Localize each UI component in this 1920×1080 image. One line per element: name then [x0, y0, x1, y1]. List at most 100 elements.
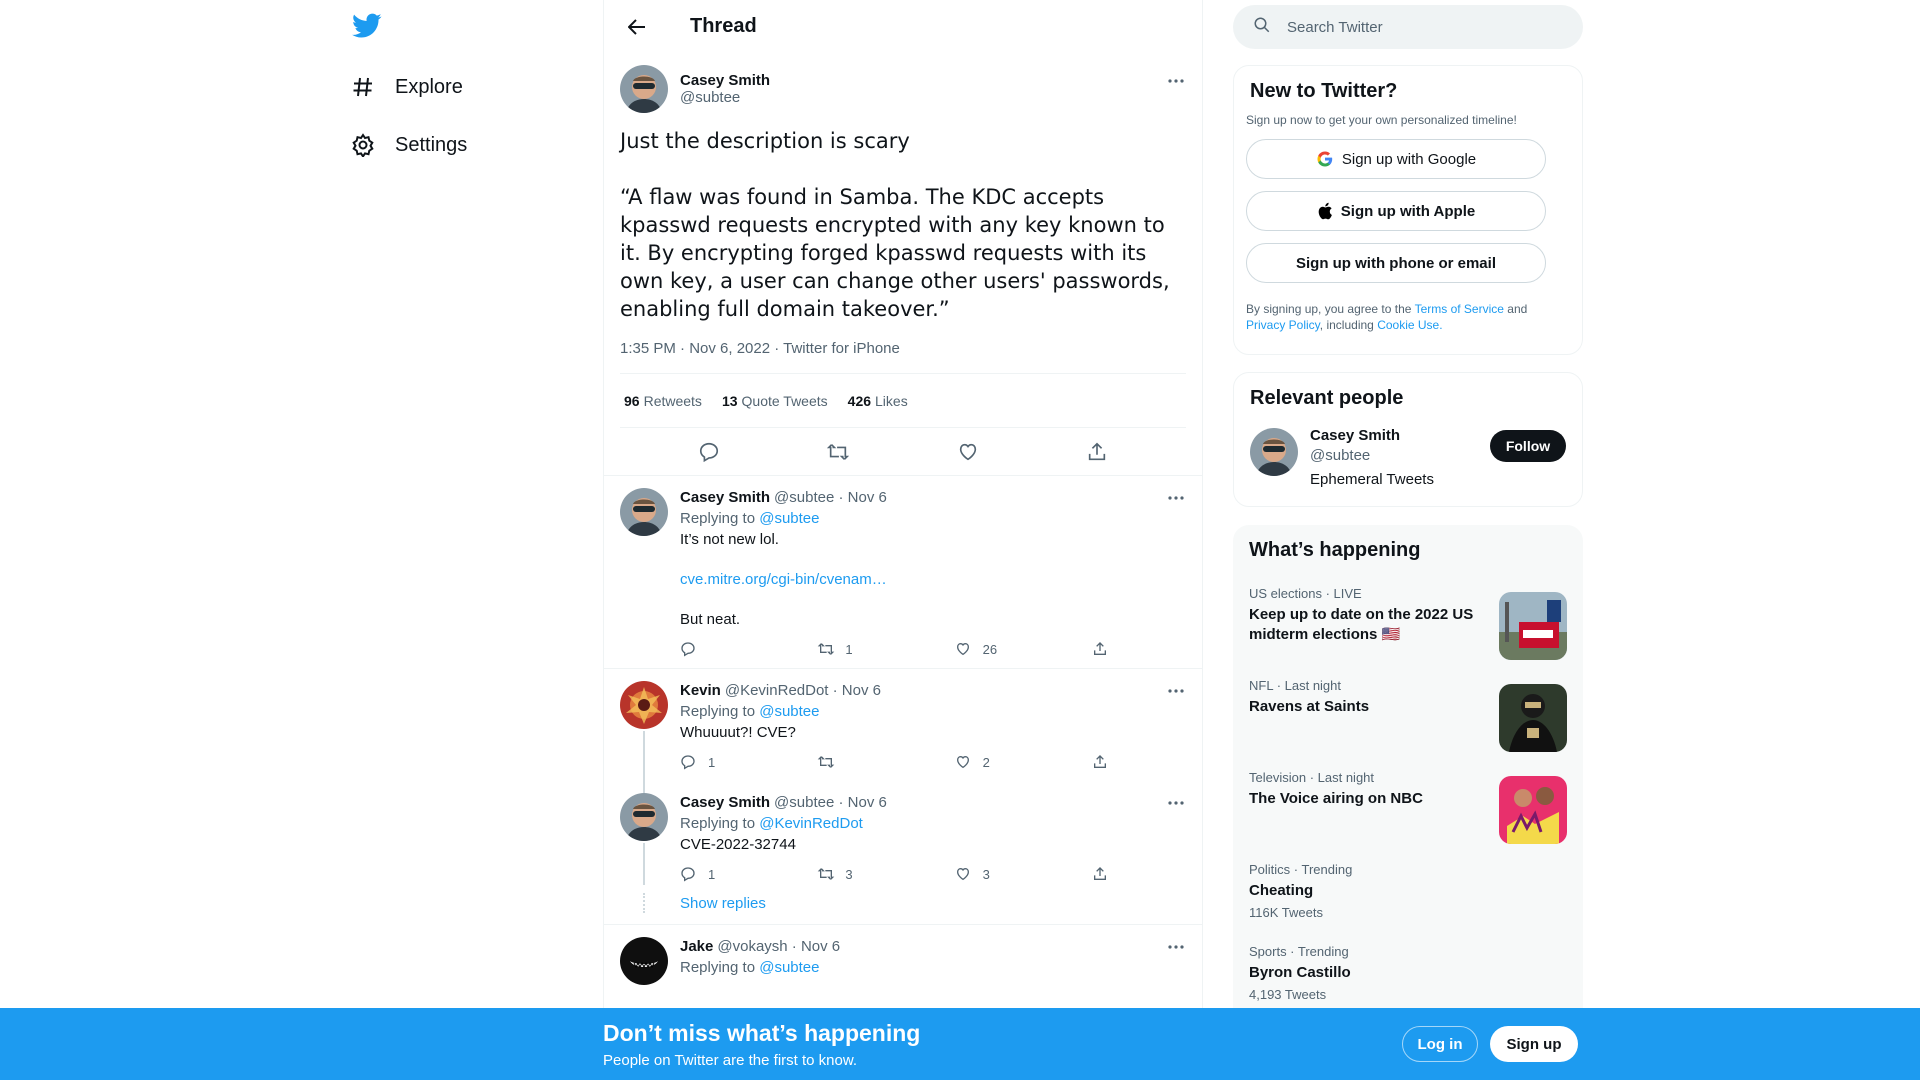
- more-options-icon[interactable]: [1166, 488, 1186, 508]
- person-row[interactable]: Casey Smith @subtee Ephemeral Tweets Fol…: [1250, 426, 1566, 488]
- reply-tweet[interactable]: Kevin @KevinRedDot · Nov 6 Replying to @s…: [604, 669, 1202, 791]
- nav-explore[interactable]: Explore: [350, 63, 463, 111]
- follow-button[interactable]: Follow: [1490, 430, 1566, 462]
- signup-phone-email-button[interactable]: Sign up with phone or email: [1246, 243, 1546, 283]
- legal-prefix: By signing up, you agree to the: [1246, 302, 1412, 316]
- tweet-meta[interactable]: 1:35 PM · Nov 6, 2022 · Twitter for iPho…: [620, 340, 1186, 374]
- reply-link[interactable]: cve.mitre.org/cgi-bin/cvenam…: [680, 571, 887, 588]
- google-icon: [1316, 150, 1334, 168]
- reply-button[interactable]: 1: [680, 753, 770, 771]
- quotes-stat[interactable]: 13 Quote Tweets: [722, 393, 828, 409]
- reply-icon: [680, 640, 698, 658]
- trend-title: Ravens at Saints: [1249, 698, 1370, 715]
- reply-text-line: But neat.: [680, 611, 741, 628]
- search-icon: [1253, 16, 1271, 39]
- person-name[interactable]: Casey Smith: [1310, 426, 1434, 446]
- privacy-link[interactable]: Privacy Policy: [1246, 318, 1320, 332]
- reply-handle-date: @subtee · Nov 6: [774, 489, 887, 506]
- tweet-stats: 96 Retweets 13 Quote Tweets 426 Likes: [620, 374, 1186, 428]
- reply-button[interactable]: [680, 640, 770, 658]
- retweets-label: Retweets: [643, 392, 702, 409]
- reply-count: 1: [708, 866, 716, 882]
- retweet-icon[interactable]: [820, 434, 856, 470]
- signup-google-button[interactable]: Sign up with Google: [1246, 139, 1546, 179]
- terms-link[interactable]: Terms of Service: [1415, 302, 1504, 316]
- avatar[interactable]: [620, 65, 668, 113]
- reply-handle-date: @vokaysh · Nov 6: [717, 938, 841, 955]
- show-replies-link[interactable]: Show replies: [680, 895, 766, 912]
- legal-including: , including: [1319, 318, 1374, 332]
- trend-item[interactable]: Television · Last night The Voice airing…: [1249, 770, 1567, 862]
- person-handle[interactable]: @subtee: [1310, 446, 1434, 466]
- retweet-button[interactable]: 1: [817, 640, 907, 658]
- avatar[interactable]: [620, 488, 668, 536]
- replying-to-link[interactable]: @subtee: [759, 959, 819, 976]
- legal-text: By signing up, you agree to the Terms of…: [1246, 301, 1570, 333]
- trend-item[interactable]: Politics · Trending Cheating 116K Tweets: [1249, 862, 1567, 944]
- trend-item[interactable]: US elections · LIVE Keep up to date on t…: [1249, 586, 1567, 678]
- twitter-logo-icon[interactable]: [352, 13, 382, 41]
- like-icon: [955, 865, 973, 883]
- avatar[interactable]: [620, 681, 668, 729]
- share-button[interactable]: [1092, 865, 1110, 883]
- replying-to-link[interactable]: @subtee: [759, 703, 819, 720]
- reply-icon[interactable]: [691, 434, 727, 470]
- avatar[interactable]: [620, 793, 668, 841]
- reply-tweet[interactable]: Jake @vokaysh · Nov 6 Replying to @subtee: [604, 925, 1202, 989]
- reply-tweet[interactable]: Casey Smith @subtee · Nov 6 Replying to @…: [604, 476, 1202, 669]
- like-icon[interactable]: [950, 434, 986, 470]
- trend-thumbnail: [1499, 592, 1567, 660]
- card-title: What’s happening: [1249, 539, 1421, 561]
- signup-button[interactable]: Sign up: [1490, 1026, 1578, 1062]
- like-button[interactable]: 2: [955, 753, 1045, 771]
- retweets-stat[interactable]: 96 Retweets: [624, 393, 702, 409]
- search-bar[interactable]: [1233, 5, 1583, 49]
- like-button[interactable]: 26: [955, 640, 1045, 658]
- trend-item[interactable]: NFL · Last night Ravens at Saints: [1249, 678, 1567, 770]
- author-name[interactable]: Casey Smith: [680, 72, 770, 89]
- reply-author-name[interactable]: Casey Smith: [680, 794, 770, 811]
- reply-handle-date: @subtee · Nov 6: [774, 794, 887, 811]
- share-button[interactable]: [1092, 640, 1110, 658]
- more-options-icon[interactable]: [1166, 681, 1186, 701]
- back-arrow-icon[interactable]: [620, 10, 654, 44]
- reply-tweet[interactable]: Casey Smith @subtee · Nov 6 Replying to @…: [604, 771, 1202, 893]
- likes-label: Likes: [875, 392, 908, 409]
- more-options-icon[interactable]: [1166, 937, 1186, 957]
- signup-apple-label: Sign up with Apple: [1340, 202, 1476, 220]
- replying-to-link[interactable]: @subtee: [759, 510, 819, 527]
- search-input[interactable]: [1287, 18, 1547, 36]
- retweet-count: 3: [845, 866, 853, 882]
- reply-button[interactable]: 1: [680, 865, 770, 883]
- avatar[interactable]: [1250, 428, 1298, 476]
- login-prompt-bar: Don’t miss what’s happening People on Tw…: [0, 1008, 1920, 1080]
- avatar[interactable]: [620, 937, 668, 985]
- login-button[interactable]: Log in: [1402, 1026, 1478, 1062]
- like-button[interactable]: 3: [955, 865, 1045, 883]
- reply-author-name[interactable]: Jake: [680, 938, 713, 955]
- page-title: Thread: [690, 15, 757, 37]
- share-icon[interactable]: [1079, 434, 1115, 470]
- bottom-bar-subline: People on Twitter are the first to know.: [603, 1052, 858, 1069]
- trend-category: Sports · Trending: [1249, 944, 1349, 959]
- reply-author-name[interactable]: Casey Smith: [680, 489, 770, 506]
- share-button[interactable]: [1092, 753, 1110, 771]
- replying-prefix: Replying to: [680, 959, 756, 976]
- cookie-link[interactable]: Cookie Use.: [1377, 318, 1442, 332]
- retweet-button[interactable]: [817, 753, 907, 771]
- trend-title: Cheating: [1249, 882, 1314, 899]
- likes-stat[interactable]: 426 Likes: [848, 393, 908, 409]
- author-handle[interactable]: @subtee: [680, 89, 770, 106]
- quotes-label: Quote Tweets: [741, 392, 828, 409]
- thread-header: Thread: [604, 0, 1202, 53]
- nav-settings[interactable]: Settings: [350, 121, 467, 169]
- apple-icon: [1317, 202, 1333, 220]
- reply-author-name[interactable]: Kevin: [680, 682, 721, 699]
- signup-apple-button[interactable]: Sign up with Apple: [1246, 191, 1546, 231]
- more-options-icon[interactable]: [1166, 793, 1186, 813]
- trend-title: Byron Castillo: [1249, 964, 1351, 981]
- replying-to-link[interactable]: @KevinRedDot: [759, 815, 863, 832]
- retweet-button[interactable]: 3: [817, 865, 907, 883]
- more-options-icon[interactable]: [1166, 71, 1186, 91]
- share-icon: [1092, 640, 1108, 658]
